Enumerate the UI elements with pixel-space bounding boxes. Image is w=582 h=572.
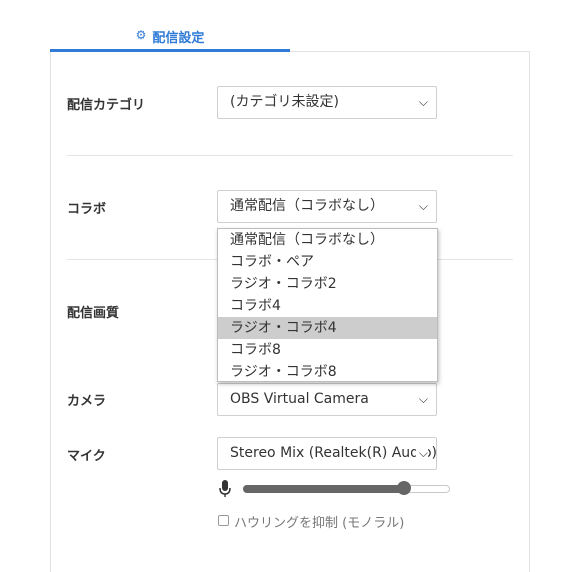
category-label: 配信カテゴリ — [67, 98, 146, 113]
camera-select-value: OBS Virtual Camera — [230, 391, 369, 407]
collab-option[interactable]: コラボ8 — [218, 339, 437, 361]
collab-option[interactable]: ラジオ・コラボ4 — [218, 317, 437, 339]
category-select[interactable]: (カテゴリ未設定) ⌵ — [217, 86, 437, 119]
divider — [67, 155, 513, 156]
collab-option[interactable]: ラジオ・コラボ2 — [218, 273, 437, 295]
collab-option[interactable]: コラボ・ペア — [218, 251, 437, 273]
collab-label: コラボ — [67, 202, 107, 217]
gear-icon: ⚙ — [135, 28, 147, 42]
collab-option[interactable]: 通常配信（コラボなし） — [218, 229, 437, 251]
mic-volume-fill — [243, 485, 405, 493]
mic-select-value: Stereo Mix (Realtek(R) Audio) — [230, 445, 437, 461]
chevron-down-icon: ⌵ — [415, 191, 428, 222]
chevron-down-icon: ⌵ — [415, 384, 428, 415]
collab-option[interactable]: コラボ4 — [218, 295, 437, 317]
camera-label: カメラ — [67, 394, 107, 409]
tab-stream-settings[interactable]: ⚙ 配信設定 — [50, 18, 290, 52]
collab-select[interactable]: 通常配信（コラボなし） ⌵ — [217, 190, 437, 223]
chevron-down-icon: ⌵ — [415, 438, 428, 469]
howling-checkbox[interactable] — [218, 515, 229, 526]
collab-option[interactable]: ラジオ・コラボ8 — [218, 361, 437, 383]
collab-dropdown-list: 通常配信（コラボなし） コラボ・ペア ラジオ・コラボ2 コラボ4 ラジオ・コラボ4 コラボ… — [217, 228, 438, 382]
chevron-down-icon: ⌵ — [415, 87, 428, 118]
tab-label: 配信設定 — [152, 31, 205, 46]
collab-select-value: 通常配信（コラボなし） — [230, 198, 384, 214]
mic-label: マイク — [67, 449, 106, 464]
camera-select[interactable]: OBS Virtual Camera ⌵ — [217, 383, 437, 416]
mic-select[interactable]: Stereo Mix (Realtek(R) Audio) ⌵ — [217, 437, 437, 470]
category-select-value: (カテゴリ未設定) — [230, 94, 339, 110]
quality-label: 配信画質 — [67, 306, 120, 321]
howling-label: ハウリングを抑制 (モノラル) — [234, 516, 405, 531]
microphone-icon — [219, 480, 231, 497]
